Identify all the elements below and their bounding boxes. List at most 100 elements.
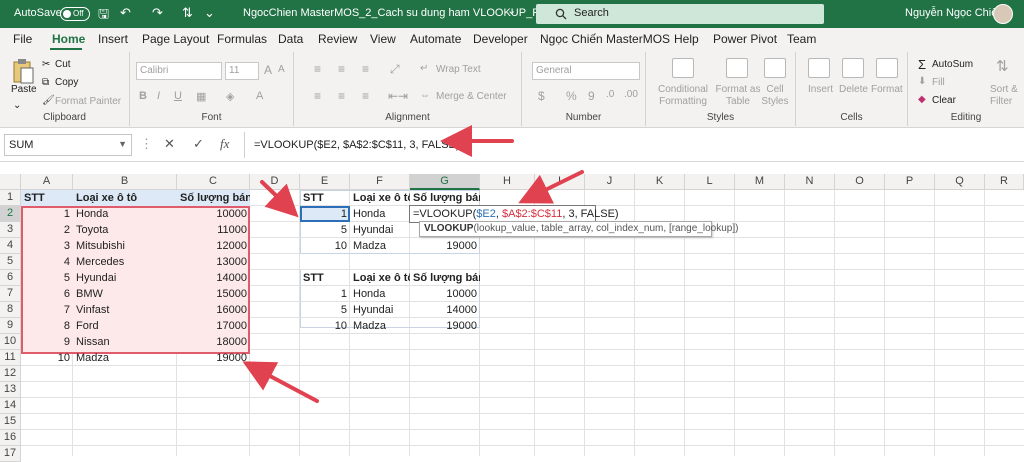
table-cell[interactable]: 11000 <box>177 222 250 238</box>
increase-decimal-icon[interactable]: .0 <box>606 89 614 100</box>
table-cell[interactable]: 19000 <box>410 318 480 334</box>
font-color-icon[interactable]: A <box>256 90 263 102</box>
format-painter-icon[interactable]: 🖌 <box>42 95 55 106</box>
delete-cells-button[interactable]: Delete <box>839 84 868 95</box>
delete-cells-icon[interactable] <box>842 58 864 78</box>
row-header-5[interactable]: 5 <box>0 254 21 270</box>
table-cell[interactable]: BMW <box>73 286 177 302</box>
table-header-cell[interactable]: Số lượng bán <box>177 190 250 206</box>
format-painter-button[interactable]: Format Painter <box>55 96 121 107</box>
table-cell[interactable]: Nissan <box>73 334 177 350</box>
tab-view[interactable]: View <box>370 32 396 46</box>
table-cell[interactable]: 10000 <box>410 286 480 302</box>
wrap-text-button[interactable]: Wrap Text <box>436 64 481 75</box>
align-center-icon[interactable]: ≡ <box>338 89 345 103</box>
merge-center-button[interactable]: Merge & Center <box>436 91 507 102</box>
number-format-select[interactable]: General <box>532 62 640 80</box>
table-cell[interactable]: 2 <box>21 222 73 238</box>
table-cell[interactable]: 4 <box>21 254 73 270</box>
col-header-b[interactable]: B <box>73 174 177 190</box>
align-top-icon[interactable]: ≡ <box>314 62 321 76</box>
row-header-9[interactable]: 9 <box>0 318 21 334</box>
cancel-icon[interactable]: ✕ <box>164 136 175 152</box>
clear-icon[interactable]: ◆ <box>918 94 926 105</box>
format-cells-icon[interactable] <box>876 58 898 78</box>
format-as-table-button[interactable]: Format as Table <box>714 84 762 108</box>
col-header-k[interactable]: K <box>635 174 685 190</box>
sort-filter-icon[interactable]: ⇅ <box>996 57 1009 75</box>
title-chevron-icon[interactable]: ⌄ <box>507 4 516 17</box>
col-header-j[interactable]: J <box>585 174 635 190</box>
table-cell[interactable]: 6 <box>21 286 73 302</box>
tab-file[interactable]: File <box>13 32 32 46</box>
tab-home[interactable]: Home <box>52 32 85 46</box>
tab-masteros[interactable]: Ngọc Chiến MasterMOS <box>540 32 670 46</box>
formula-input[interactable]: =VLOOKUP($E2, $A$2:$C$11, 3, FALSE) <box>244 132 1024 158</box>
table-header-cell[interactable]: Loại xe ô tô <box>350 270 410 286</box>
col-header-q[interactable]: Q <box>935 174 985 190</box>
row-header-11[interactable]: 11 <box>0 350 21 366</box>
table-cell[interactable]: 17000 <box>177 318 250 334</box>
row-header-16[interactable]: 16 <box>0 430 21 446</box>
table-header-cell[interactable]: Số lượng bán <box>410 190 480 206</box>
orientation-icon[interactable]: ⤢ <box>390 62 400 77</box>
conditional-formatting-button[interactable]: Conditional Formatting <box>654 84 712 108</box>
col-header-o[interactable]: O <box>835 174 885 190</box>
tab-team[interactable]: Team <box>787 32 816 46</box>
table-header-cell[interactable]: Số lượng bán <box>410 270 480 286</box>
table-cell[interactable]: 8 <box>21 318 73 334</box>
col-header-n[interactable]: N <box>785 174 835 190</box>
insert-function-icon[interactable]: fx <box>220 136 229 152</box>
row-header-17[interactable]: 17 <box>0 446 21 462</box>
enter-icon[interactable]: ✓ <box>193 136 204 152</box>
fill-icon[interactable]: ⬇ <box>918 76 926 87</box>
table-cell[interactable]: Vinfast <box>73 302 177 318</box>
row-header-3[interactable]: 3 <box>0 222 21 238</box>
table-cell[interactable]: Madza <box>73 350 177 366</box>
copy-icon[interactable]: ⧉ <box>42 77 49 88</box>
table-cell[interactable]: Ford <box>73 318 177 334</box>
tab-review[interactable]: Review <box>318 32 357 46</box>
table-cell[interactable]: 10 <box>21 350 73 366</box>
row-header-12[interactable]: 12 <box>0 366 21 382</box>
grow-font-icon[interactable]: A <box>264 63 272 77</box>
row-header-13[interactable]: 13 <box>0 382 21 398</box>
paste-icon[interactable] <box>12 58 34 84</box>
row-header-4[interactable]: 4 <box>0 238 21 254</box>
row-header-15[interactable]: 15 <box>0 414 21 430</box>
italic-button[interactable]: I <box>157 90 160 102</box>
worksheet-grid[interactable]: A B C D E F G H I J K L M N O P Q R 1 2 … <box>0 172 1024 462</box>
table-cell[interactable]: Mitsubishi <box>73 238 177 254</box>
table-cell[interactable]: 14000 <box>177 270 250 286</box>
table-header-cell[interactable]: Loại xe ô tô <box>73 190 177 206</box>
table-header-cell[interactable]: Loại xe ô tô <box>350 190 410 206</box>
comma-button[interactable]: 9 <box>588 89 595 103</box>
cut-button[interactable]: Cut <box>55 59 71 70</box>
table-cell[interactable]: 10 <box>300 238 350 254</box>
table-cell[interactable]: Honda <box>350 206 410 222</box>
table-cell[interactable]: 1 <box>21 206 73 222</box>
align-right-icon[interactable]: ≡ <box>362 89 369 103</box>
table-cell[interactable]: 12000 <box>177 238 250 254</box>
avatar[interactable] <box>993 4 1013 24</box>
indent-icon[interactable]: ⇤⇥ <box>388 89 408 103</box>
underline-button[interactable]: U <box>174 90 182 102</box>
row-header-6[interactable]: 6 <box>0 270 21 286</box>
font-size-select[interactable]: 11 <box>225 62 259 80</box>
align-left-icon[interactable]: ≡ <box>314 89 321 103</box>
insert-cells-icon[interactable] <box>808 58 830 78</box>
fill-color-icon[interactable]: ◈ <box>226 90 234 103</box>
tab-data[interactable]: Data <box>278 32 303 46</box>
search-box[interactable]: Search <box>536 4 824 24</box>
table-cell[interactable]: Hyundai <box>73 270 177 286</box>
table-cell[interactable]: 18000 <box>177 334 250 350</box>
col-header-a[interactable]: A <box>21 174 73 190</box>
table-cell[interactable]: 5 <box>300 222 350 238</box>
fill-button[interactable]: Fill <box>932 77 945 88</box>
tab-insert[interactable]: Insert <box>98 32 128 46</box>
table-cell[interactable]: Hyundai <box>350 302 410 318</box>
merge-center-icon[interactable]: ⇔ <box>420 90 430 101</box>
col-header-p[interactable]: P <box>885 174 935 190</box>
sort-icon[interactable]: ⇅ <box>182 5 193 21</box>
align-middle-icon[interactable]: ≡ <box>338 62 345 76</box>
